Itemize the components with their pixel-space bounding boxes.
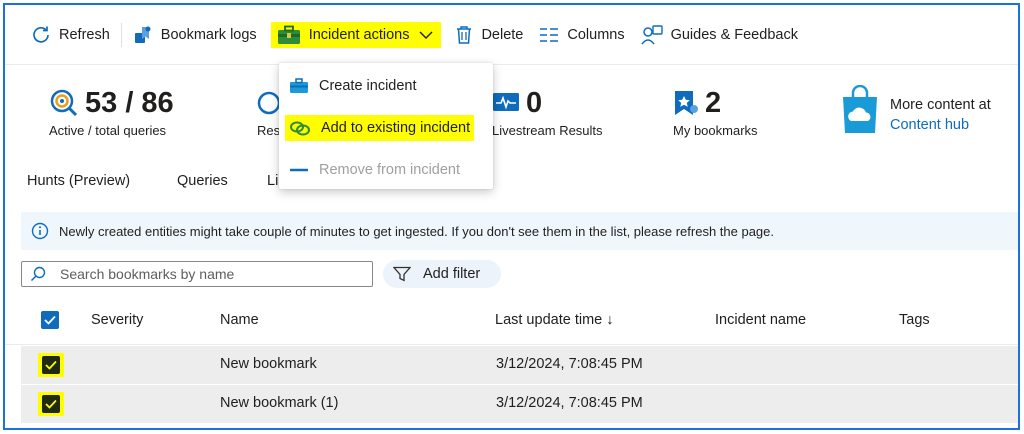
incident-actions-label: Incident actions <box>308 26 410 43</box>
col-header-incident-name[interactable]: Incident name <box>715 312 806 328</box>
results-icon <box>257 91 281 115</box>
col-header-last-update[interactable]: Last update time ↓ <box>495 312 614 328</box>
cell-last-update: 3/12/2024, 7:08:45 PM <box>496 356 643 372</box>
add-filter-label: Add filter <box>423 266 481 282</box>
cell-name: New bookmark <box>220 356 317 372</box>
briefcase-icon <box>277 25 300 44</box>
tab-queries[interactable]: Queries <box>177 173 228 189</box>
stat-bookmarks: 2 My bookmarks <box>673 87 758 138</box>
minus-icon <box>290 168 308 172</box>
columns-icon <box>540 27 559 42</box>
briefcase-icon <box>290 78 308 93</box>
refresh-label: Refresh <box>59 26 110 43</box>
refresh-button[interactable]: Refresh <box>23 20 118 50</box>
columns-label: Columns <box>567 26 625 43</box>
remove-label: Remove from incident <box>319 162 461 178</box>
checkbox-icon <box>44 315 56 325</box>
grid-header: Severity Name Last update time ↓ Inciden… <box>5 297 1018 345</box>
row-checkbox[interactable] <box>38 392 64 416</box>
search-input[interactable]: Search bookmarks by name <box>21 261 373 287</box>
cell-last-update: 3/12/2024, 7:08:45 PM <box>496 395 643 411</box>
content-hub-bag-icon <box>843 85 877 133</box>
select-all-checkbox[interactable] <box>41 311 59 329</box>
tab-hunts[interactable]: Hunts (Preview) <box>27 173 130 189</box>
col-header-tags[interactable]: Tags <box>899 312 930 328</box>
incident-actions-button[interactable]: Incident actions <box>270 21 442 48</box>
bookmark-logs-label: Bookmark logs <box>160 26 257 43</box>
menu-item-remove-from-incident[interactable]: Remove from incident <box>285 157 464 183</box>
bookmark-icon <box>675 91 698 115</box>
bookmark-logs-button[interactable]: Bookmark logs <box>125 20 265 50</box>
stat-livestream: 0 Livestream Results <box>492 87 603 138</box>
refresh-icon <box>33 26 49 43</box>
info-banner: Newly created entities might take couple… <box>21 212 1018 250</box>
toolbar-divider <box>120 22 122 47</box>
content-hub-link[interactable]: Content hub <box>890 115 991 135</box>
tab-livestream[interactable]: Li <box>267 173 278 189</box>
livestream-icon <box>493 93 519 111</box>
app-frame: Refresh Bookmark logs Incident actions D… <box>3 3 1020 430</box>
command-bar: Refresh Bookmark logs Incident actions D… <box>5 5 1018 65</box>
checkbox-icon <box>45 399 57 409</box>
bookmark-logs-icon <box>134 26 151 43</box>
table-row[interactable]: New bookmark 3/12/2024, 7:08:45 PM <box>21 346 1018 384</box>
checkbox-icon <box>45 360 57 370</box>
add-filter-button[interactable]: Add filter <box>383 260 501 288</box>
guides-icon <box>640 24 663 44</box>
cell-name: New bookmark (1) <box>220 395 339 411</box>
content-hub-promo: More content at Content hub <box>840 85 991 135</box>
livestream-value: 0 <box>526 87 543 119</box>
create-incident-label: Create incident <box>319 78 417 94</box>
row-checkbox[interactable] <box>38 353 64 377</box>
incident-actions-menu: Create incident Add to existing incident… <box>279 63 493 189</box>
hub-text: More content at <box>890 97 991 113</box>
info-message: Newly created entities might take couple… <box>59 223 774 239</box>
link-icon <box>290 121 310 136</box>
search-icon <box>30 266 46 282</box>
stat-queries: 53 / 86 Active / total queries <box>49 87 174 138</box>
queries-value: 53 / 86 <box>85 87 174 119</box>
search-placeholder: Search bookmarks by name <box>60 266 235 282</box>
filter-icon <box>393 266 411 282</box>
chevron-down-icon <box>419 31 433 39</box>
bookmarks-value: 2 <box>705 87 722 119</box>
table-row[interactable]: New bookmark (1) 3/12/2024, 7:08:45 PM <box>21 385 1018 423</box>
delete-label: Delete <box>481 26 524 43</box>
columns-button[interactable]: Columns <box>531 20 632 50</box>
bookmarks-label: My bookmarks <box>673 123 758 138</box>
add-existing-label: Add to existing incident <box>321 120 471 136</box>
delete-button[interactable]: Delete <box>447 20 531 50</box>
queries-label: Active / total queries <box>49 123 167 138</box>
guides-label: Guides & Feedback <box>670 26 798 43</box>
col-header-name[interactable]: Name <box>220 312 259 328</box>
col-header-severity[interactable]: Severity <box>91 312 143 328</box>
menu-item-create-incident[interactable]: Create incident <box>285 73 421 99</box>
trash-icon <box>457 25 472 44</box>
query-icon <box>50 89 78 117</box>
summary-stats: 53 / 86 Active / total queries Res 0 Liv… <box>5 67 1018 159</box>
tab-bar: Hunts (Preview) Queries Li <box>5 163 1018 203</box>
menu-item-add-existing-incident[interactable]: Add to existing incident <box>285 115 475 141</box>
livestream-label: Livestream Results <box>492 123 603 138</box>
info-icon <box>31 222 49 240</box>
guides-feedback-button[interactable]: Guides & Feedback <box>633 20 806 50</box>
